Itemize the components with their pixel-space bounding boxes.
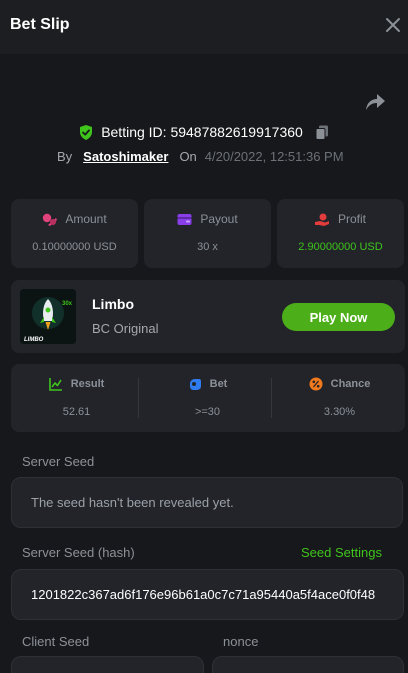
result-metric: Result 52.61	[11, 364, 142, 432]
percent-icon	[309, 377, 323, 391]
coins-icon	[43, 213, 58, 226]
payout-card: Payout 30 x	[144, 199, 271, 268]
game-subtitle: BC Original	[92, 321, 159, 336]
game-name: Limbo	[92, 296, 134, 312]
hand-coin-icon	[314, 213, 329, 226]
bet-metric: Bet >=30	[142, 364, 273, 432]
amount-value: 0.10000000 USD	[32, 241, 117, 253]
chance-metric: Chance 3.30%	[274, 364, 405, 432]
close-icon[interactable]	[382, 14, 404, 36]
bet-date: 4/20/2022, 12:51:36 PM	[204, 148, 344, 164]
amount-card: Amount 0.10000000 USD	[11, 199, 138, 268]
play-now-button[interactable]: Play Now	[282, 303, 395, 331]
server-seed-hash-field[interactable]: 1201822c367ad6f176e96b61a0c7c71a95440a5f…	[11, 569, 404, 620]
betting-id-row: Betting ID: 59487882619917360	[0, 122, 408, 142]
bet-label: Bet	[209, 378, 228, 390]
amount-label: Amount	[65, 212, 107, 226]
server-seed-label: Server Seed	[22, 454, 95, 469]
game-card: 30x LIMBO Limbo BC Original Play Now	[11, 280, 405, 353]
server-seed-field: The seed hasn't been revealed yet.	[11, 477, 403, 528]
chance-value: 3.30%	[323, 406, 356, 418]
client-seed-field[interactable]	[11, 656, 204, 673]
metric-divider	[138, 378, 139, 418]
client-seed-label: Client Seed	[22, 634, 90, 649]
bet-slip-header: Bet Slip	[0, 0, 408, 54]
shield-check-icon	[80, 124, 93, 140]
profit-value: 2.90000000 USD	[298, 241, 383, 253]
on-label: On	[179, 148, 197, 164]
username-link[interactable]: Satoshimaker	[83, 149, 168, 164]
bet-metrics: Result 52.61 Bet >=30 Chance 3.30%	[11, 364, 405, 432]
bet-slip-title: Bet Slip	[10, 16, 70, 33]
copy-icon[interactable]	[315, 125, 329, 140]
chance-label: Chance	[330, 378, 371, 390]
by-label: By	[57, 148, 73, 164]
nonce-field[interactable]	[212, 656, 404, 673]
result-label: Result	[70, 378, 105, 390]
chart-icon	[48, 378, 62, 391]
payout-value: 30 x	[197, 241, 218, 253]
limbo-game-thumbnail: 30x LIMBO	[20, 289, 76, 344]
share-icon[interactable]	[364, 92, 386, 112]
result-value: 52.61	[62, 406, 91, 418]
metric-divider	[271, 378, 272, 418]
bet-author-row: By Satoshimaker On 4/20/2022, 12:51:36 P…	[57, 147, 344, 165]
thumb-title: LIMBO	[24, 337, 44, 343]
nonce-label: nonce	[223, 634, 259, 649]
profit-label: Profit	[337, 212, 366, 226]
thumb-multiplier: 30x	[62, 301, 73, 307]
seed-settings-link[interactable]: Seed Settings	[301, 545, 382, 560]
server-seed-hash-label: Server Seed (hash)	[22, 545, 135, 560]
payout-label: Payout	[200, 212, 238, 226]
hand-icon	[189, 379, 201, 390]
profit-card: Profit 2.90000000 USD	[277, 199, 404, 268]
bet-value: >=30	[194, 406, 221, 418]
betting-id: Betting ID: 59487882619917360	[101, 124, 303, 140]
wallet-icon	[177, 213, 192, 225]
